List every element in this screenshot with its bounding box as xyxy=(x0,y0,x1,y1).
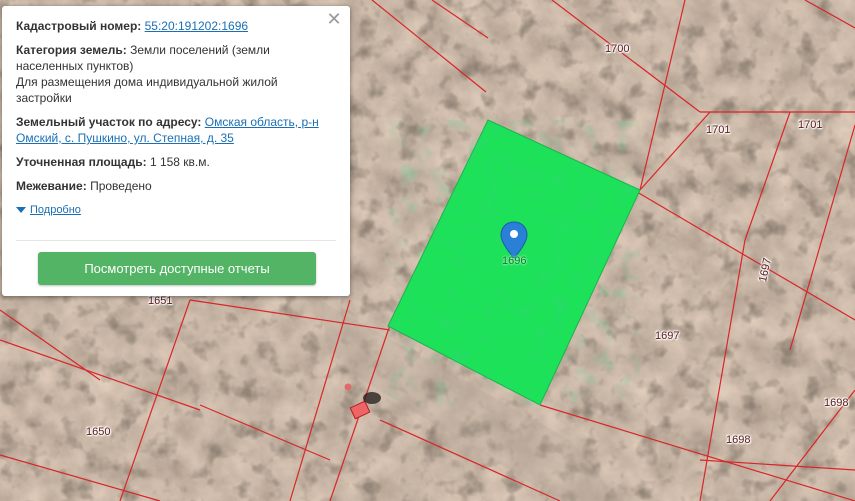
map-point-marker[interactable] xyxy=(344,383,352,391)
details-toggle[interactable]: Подробно xyxy=(16,202,336,218)
parcel-label-1698: 1698 xyxy=(824,397,849,409)
popup-divider xyxy=(16,240,336,241)
parcel-info-popup: ✕ Кадастровый номер: 55:20:191202:1696 К… xyxy=(2,6,350,296)
area-label: Уточненная площадь: xyxy=(16,155,147,169)
parcel-label-1696: 1696 xyxy=(502,255,527,267)
parcel-label-1698-south: 1698 xyxy=(726,434,751,446)
close-icon[interactable]: ✕ xyxy=(326,10,342,28)
triangle-down-icon xyxy=(16,207,26,213)
parcel-label-1700: 1700 xyxy=(605,43,630,55)
cadastral-number-label: Кадастровый номер: xyxy=(16,19,142,33)
details-link[interactable]: Подробно xyxy=(30,202,81,218)
parcel-label-1701: 1701 xyxy=(706,124,731,136)
survey-value: Проведено xyxy=(90,179,152,193)
parcel-label-1651: 1651 xyxy=(148,295,173,307)
area-row: Уточненная площадь: 1 158 кв.м. xyxy=(16,154,336,170)
cadastral-number-link[interactable]: 55:20:191202:1696 xyxy=(145,19,248,33)
permitted-use-value: Для размещения дома индивидуальной жилой… xyxy=(16,75,278,105)
parcel-label-1697: 1697 xyxy=(655,330,680,342)
survey-row: Межевание: Проведено xyxy=(16,178,336,194)
parcel-label-1701-east: 1701 xyxy=(798,119,823,131)
tree-shadow xyxy=(363,392,381,404)
cadastral-number-row: Кадастровый номер: 55:20:191202:1696 xyxy=(16,18,336,34)
area-value: 1 158 кв.м. xyxy=(149,155,210,169)
parcel-label-1650: 1650 xyxy=(86,426,111,438)
land-category-row: Категория земель: Земли поселений (земли… xyxy=(16,42,336,106)
land-category-label: Категория земель: xyxy=(16,43,127,57)
address-label: Земельный участок по адресу: xyxy=(16,115,202,129)
view-reports-button[interactable]: Посмотреть доступные отчеты xyxy=(38,252,316,285)
address-row: Земельный участок по адресу: Омская обла… xyxy=(16,114,336,146)
survey-label: Межевание: xyxy=(16,179,87,193)
